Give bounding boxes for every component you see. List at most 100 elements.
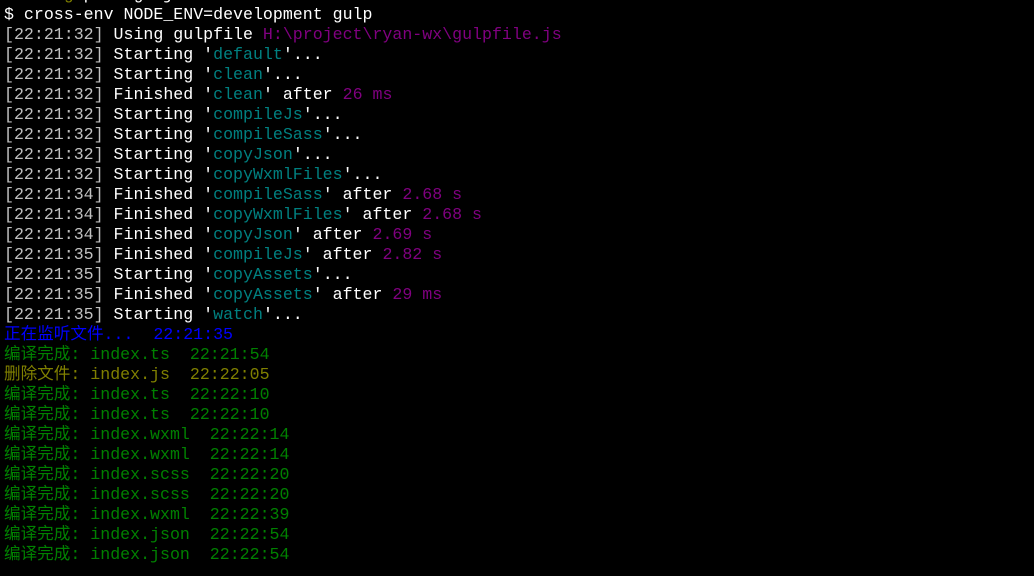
terminal-text: '... [262,65,303,84]
terminal-line: [22:21:35] Finished 'compileJs' after 2.… [4,245,562,265]
terminal-text: watch [213,305,263,324]
terminal-line: [22:21:34] Finished 'compileSass' after … [4,185,562,205]
terminal-text: H:\project\ryan-wx\gulpfile.js [262,25,562,44]
terminal-line: [22:21:32] Starting 'clean'... [4,65,562,85]
terminal-text: '... [312,265,353,284]
terminal-text: [22:21:32] [4,125,104,144]
terminal-text: copyWxmlFiles [213,205,343,224]
terminal-text: '... [292,145,333,164]
terminal-output[interactable]: warning package.json: No license field$ … [4,0,562,565]
terminal-text: compileSass [213,125,323,144]
terminal-text: '... [342,165,383,184]
terminal-line: 编译完成: index.json 22:22:54 [4,525,562,545]
terminal-line: [22:21:32] Starting 'compileSass'... [4,125,562,145]
terminal-text: clean [213,85,263,104]
terminal-text: copyJson [213,225,293,244]
terminal-text: Starting ' [103,45,214,64]
terminal-line: $ cross-env NODE_ENV=development gulp [4,5,562,25]
terminal-text: [22:21:32] [4,45,104,64]
terminal-line: 编译完成: index.scss 22:22:20 [4,465,562,485]
terminal-line: 编译完成: index.scss 22:22:20 [4,485,562,505]
terminal-text: 编译完成: index.ts 22:21:54 [4,345,270,364]
terminal-text: package.json: No license field [74,0,383,4]
terminal-text: Finished ' [103,245,214,264]
terminal-text: compileSass [213,185,323,204]
terminal-text: [22:21:32] [4,105,104,124]
terminal-line: 编译完成: index.wxml 22:22:14 [4,425,562,445]
terminal-line: 编译完成: index.ts 22:21:54 [4,345,562,365]
terminal-text: 2.68 s [422,205,483,224]
terminal-text: 编译完成: index.scss 22:22:20 [4,465,290,484]
terminal-text: 编译完成: index.ts 22:22:10 [4,385,270,404]
terminal-line: [22:21:34] Finished 'copyWxmlFiles' afte… [4,205,562,225]
terminal-text: 2.69 s [372,225,433,244]
terminal-text: ' after [342,205,423,224]
terminal-line: [22:21:32] Starting 'default'... [4,45,562,65]
terminal-text: ' after [312,285,393,304]
terminal-text: [22:21:35] [4,245,104,264]
terminal-text: 26 ms [342,85,393,104]
terminal-text: ' after [262,85,343,104]
terminal-text: [22:21:32] [4,85,104,104]
terminal-line: 编译完成: index.ts 22:22:10 [4,405,562,425]
terminal-text: $ cross-env NODE_ENV=development gulp [4,5,373,24]
terminal-text: 编译完成: index.wxml 22:22:39 [4,505,290,524]
terminal-text: Starting ' [103,265,214,284]
terminal-line: [22:21:35] Starting 'watch'... [4,305,562,325]
terminal-text: ' after [302,245,383,264]
terminal-text: 正在监听文件... 22:21:35 [4,325,234,344]
terminal-line: [22:21:35] Finished 'copyAssets' after 2… [4,285,562,305]
terminal-text: default [213,45,283,64]
terminal-text: Finished ' [103,285,214,304]
terminal-text: 编译完成: index.wxml 22:22:14 [4,425,290,444]
terminal-text: [22:21:34] [4,185,104,204]
terminal-line: [22:21:32] Starting 'compileJs'... [4,105,562,125]
terminal-text: 编译完成: index.json 22:22:54 [4,545,290,564]
terminal-text: Starting ' [103,65,214,84]
terminal-line: 编译完成: index.ts 22:22:10 [4,385,562,405]
terminal-text: 29 ms [392,285,443,304]
terminal-text: Finished ' [103,205,214,224]
terminal-text: 删除文件: index.js 22:22:05 [4,365,270,384]
terminal-text: [22:21:35] [4,265,104,284]
terminal-text: 编译完成: index.ts 22:22:10 [4,405,270,424]
terminal-line: 编译完成: index.wxml 22:22:39 [4,505,562,525]
terminal-text: 编译完成: index.scss 22:22:20 [4,485,290,504]
terminal-line: 正在监听文件... 22:21:35 [4,325,562,345]
terminal-text: Finished ' [103,185,214,204]
terminal-text: [22:21:32] [4,65,104,84]
terminal-text: '... [322,125,363,144]
terminal-line: [22:21:32] Finished 'clean' after 26 ms [4,85,562,105]
terminal-text: Starting ' [103,165,214,184]
terminal-text: Finished ' [103,225,214,244]
terminal-text: [22:21:32] [4,25,104,44]
terminal-text: copyAssets [213,285,313,304]
terminal-text: ' after [322,185,403,204]
terminal-text: [22:21:32] [4,145,104,164]
terminal-line: [22:21:32] Using gulpfile H:\project\rya… [4,25,562,45]
terminal-text: '... [282,45,323,64]
terminal-line: [22:21:34] Finished 'copyJson' after 2.6… [4,225,562,245]
terminal-text: Finished ' [103,85,214,104]
terminal-line: [22:21:35] Starting 'copyAssets'... [4,265,562,285]
terminal-text: Starting ' [103,125,214,144]
terminal-text: 2.82 s [382,245,443,264]
terminal-line: 删除文件: index.js 22:22:05 [4,365,562,385]
terminal-line: [22:21:32] Starting 'copyWxmlFiles'... [4,165,562,185]
terminal-text: copyAssets [213,265,313,284]
terminal-text: warning [4,0,74,4]
terminal-line: 编译完成: index.json 22:22:54 [4,545,562,565]
terminal-text: copyJson [213,145,293,164]
terminal-text: 编译完成: index.wxml 22:22:14 [4,445,290,464]
terminal-line: 编译完成: index.wxml 22:22:14 [4,445,562,465]
terminal-text: [22:21:35] [4,305,104,324]
terminal-text: [22:21:34] [4,205,104,224]
terminal-text: [22:21:34] [4,225,104,244]
terminal-text: compileJs [213,105,303,124]
terminal-text: [22:21:32] [4,165,104,184]
terminal-text: copyWxmlFiles [213,165,343,184]
terminal-text: Using gulpfile [103,25,263,44]
terminal-line: [22:21:32] Starting 'copyJson'... [4,145,562,165]
terminal-text: Starting ' [103,305,214,324]
terminal-text: Starting ' [103,145,214,164]
